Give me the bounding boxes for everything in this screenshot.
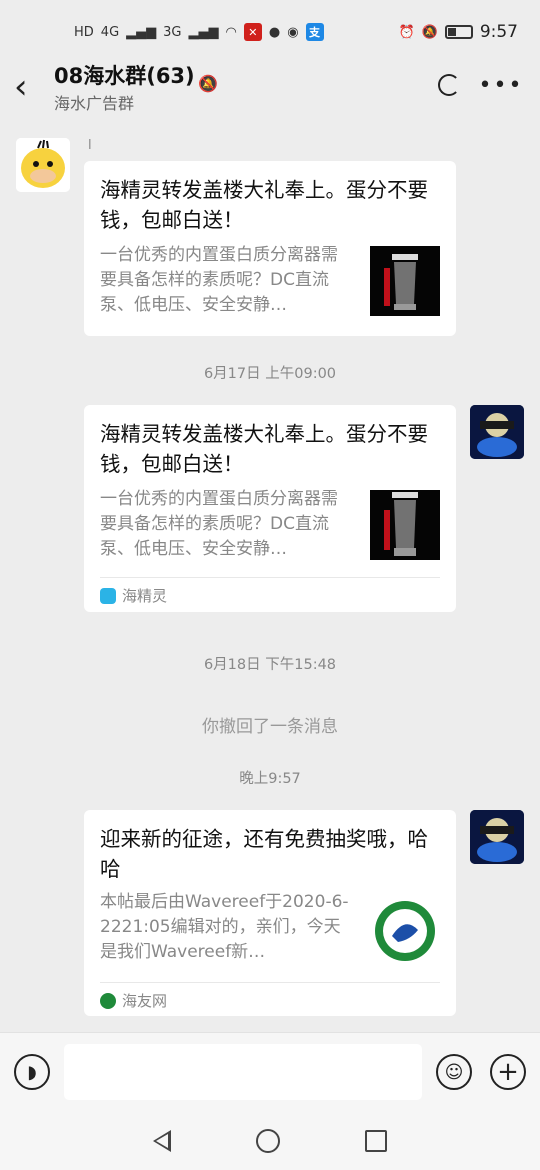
input-bar: ◗ ☺ + bbox=[0, 1032, 540, 1112]
link-card-3[interactable]: 迎来新的征途，还有免费抽奖哦，哈哈 本帖最后由Wavereef于2020-6-2… bbox=[84, 810, 456, 1016]
link-card-1[interactable]: 海精灵转发盖楼大礼奉上。蛋分不要钱，包邮白送！ 一台优秀的内置蛋白质分离器需要具… bbox=[84, 161, 456, 336]
card-divider bbox=[100, 982, 440, 983]
signal-bars-icon-2: ▂▄▆ bbox=[188, 24, 219, 40]
plus-icon: + bbox=[497, 1057, 519, 1087]
card-description: 一台优秀的内置蛋白质分离器需要具备怎样的素质呢？DC直流泵、低电压、安全安静… bbox=[100, 245, 338, 315]
qq-icon: ● bbox=[268, 24, 281, 40]
timestamp: 6月18日 下午15:48 bbox=[203, 657, 337, 673]
source-name: 海友网 bbox=[122, 992, 168, 1010]
bell-off-icon: 🔕 bbox=[198, 74, 218, 93]
chat-header: ‹ 08海水群(63) 🔕 海水广告群 ••• bbox=[0, 64, 540, 118]
status-left: HD 4G ▂▄▆ 3G ▂▄▆ ◠ ✕ ● ◉ 支 bbox=[74, 23, 324, 41]
smiley-icon: ☺ bbox=[444, 1061, 464, 1083]
signal-bars-icon: ▂▄▆ bbox=[126, 24, 157, 40]
voice-icon: ◗ bbox=[27, 1061, 37, 1083]
card-title: 海精灵转发盖楼大礼奉上。蛋分不要钱，包邮白送！ bbox=[100, 178, 428, 232]
link-card-2[interactable]: 海精灵转发盖楼大礼奉上。蛋分不要钱，包邮白送！ 一台优秀的内置蛋白质分离器需要具… bbox=[84, 405, 456, 612]
nav-home-button[interactable] bbox=[255, 1129, 280, 1153]
nav-recents-button[interactable] bbox=[365, 1130, 388, 1152]
browser-icon: ◉ bbox=[287, 24, 299, 40]
hd-indicator: HD bbox=[74, 24, 94, 40]
more-actions-button[interactable]: + bbox=[490, 1054, 526, 1090]
alarm-icon: ⏰ bbox=[398, 24, 415, 40]
avatar-self[interactable] bbox=[470, 810, 524, 864]
alipay-icon: 支 bbox=[305, 23, 324, 41]
signal-3g-icon: 3G bbox=[163, 24, 182, 40]
clock: 9:57 bbox=[479, 22, 518, 42]
timestamp: 晚上9:57 bbox=[239, 771, 301, 787]
emoji-button[interactable]: ☺ bbox=[436, 1054, 472, 1090]
system-nav-bar bbox=[0, 1112, 540, 1170]
avatar[interactable] bbox=[16, 138, 70, 192]
avatar-self[interactable] bbox=[470, 405, 524, 459]
back-button[interactable]: ‹ bbox=[14, 70, 28, 104]
message-input[interactable] bbox=[64, 1044, 422, 1100]
card-thumbnail bbox=[370, 490, 440, 560]
card-title: 海精灵转发盖楼大礼奉上。蛋分不要钱，包邮白送！ bbox=[100, 422, 428, 476]
chat-title: 08海水群(63) bbox=[54, 64, 195, 88]
app-notification-icon: ✕ bbox=[243, 23, 262, 41]
battery-icon bbox=[444, 25, 473, 39]
card-divider bbox=[100, 577, 440, 578]
more-button[interactable]: ••• bbox=[479, 70, 522, 100]
circle-icon bbox=[438, 74, 460, 96]
mini-program-button[interactable] bbox=[434, 70, 464, 100]
signal-4g-icon: 4G bbox=[100, 24, 120, 40]
silent-icon: 🔕 bbox=[421, 24, 438, 40]
wifi-icon: ◠ bbox=[225, 24, 237, 40]
card-source: 海精灵 bbox=[100, 585, 167, 606]
card-thumbnail bbox=[370, 246, 440, 316]
card-title: 迎来新的征途，还有免费抽奖哦，哈哈 bbox=[100, 827, 428, 881]
card-description: 本帖最后由Wavereef于2020-6-2221:05编辑对的，亲们，今天是我… bbox=[100, 892, 349, 962]
sender-name: l bbox=[88, 138, 92, 153]
app-logo-icon bbox=[100, 587, 116, 604]
timestamp: 6月17日 上午09:00 bbox=[203, 366, 337, 382]
nav-back-button[interactable] bbox=[152, 1130, 171, 1152]
voice-input-button[interactable]: ◗ bbox=[14, 1054, 50, 1090]
card-source: 海友网 bbox=[100, 990, 167, 1011]
status-bar: HD 4G ▂▄▆ 3G ▂▄▆ ◠ ✕ ● ◉ 支 ⏰ 🔕 9:57 bbox=[0, 0, 540, 64]
card-description: 一台优秀的内置蛋白质分离器需要具备怎样的素质呢？DC直流泵、低电压、安全安静… bbox=[100, 489, 338, 559]
source-name: 海精灵 bbox=[122, 587, 168, 605]
recall-notice: 你撤回了一条消息 bbox=[202, 717, 338, 737]
card-thumbnail bbox=[370, 896, 440, 966]
site-logo-icon bbox=[100, 992, 116, 1009]
status-right: ⏰ 🔕 9:57 bbox=[398, 22, 518, 42]
chat-subtitle: 海水广告群 bbox=[54, 94, 135, 113]
